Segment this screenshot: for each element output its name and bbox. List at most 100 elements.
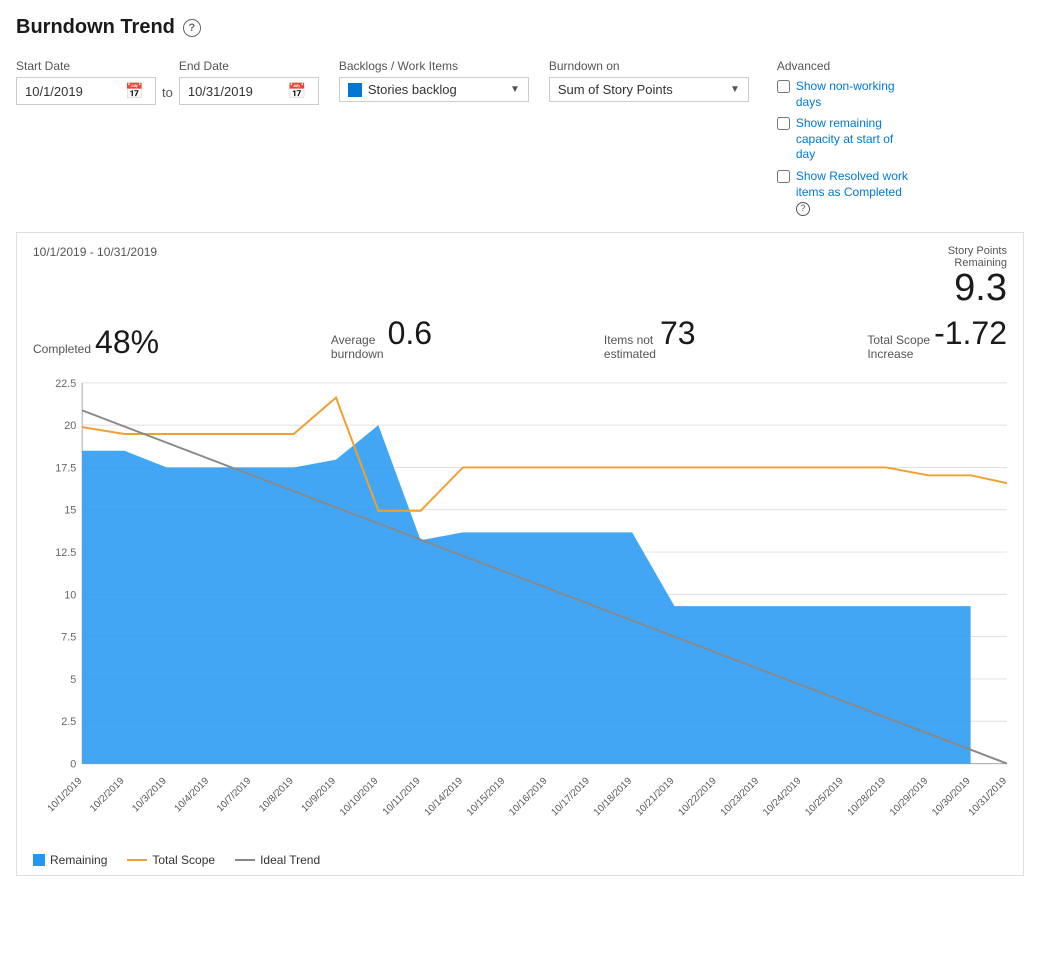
- date-range-group: Start Date 📅 to End Date 📅: [16, 59, 319, 105]
- burndown-chevron-icon: ▼: [730, 84, 740, 95]
- svg-text:10/4/2019: 10/4/2019: [173, 776, 212, 815]
- svg-text:10/8/2019: 10/8/2019: [257, 776, 296, 815]
- backlogs-group: Backlogs / Work Items Stories backlog ▼: [339, 59, 529, 102]
- svg-text:10/15/2019: 10/15/2019: [465, 776, 508, 819]
- checkbox-row-1: Show non-working days: [777, 79, 916, 110]
- svg-text:10/17/2019: 10/17/2019: [549, 776, 592, 819]
- svg-text:17.5: 17.5: [55, 462, 76, 474]
- checkbox-row-2: Show remaining capacity at start of day: [777, 116, 916, 163]
- svg-text:7.5: 7.5: [61, 632, 76, 644]
- legend-total-scope: Total Scope: [127, 853, 215, 867]
- start-date-group: Start Date 📅: [16, 59, 156, 105]
- ideal-trend-legend-line: [235, 859, 255, 861]
- stat-total-scope: Total ScopeIncrease -1.72: [867, 315, 1007, 361]
- remaining-legend-square: [33, 854, 45, 866]
- show-nonworking-checkbox[interactable]: [777, 80, 790, 93]
- page-title: Burndown Trend ?: [16, 16, 1024, 39]
- start-date-calendar-icon[interactable]: 📅: [125, 82, 144, 100]
- stat-completed: Completed 48%: [33, 324, 159, 361]
- to-label: to: [162, 85, 173, 100]
- chart-area: 22.5 20 17.5 15 12.5 10 7.5 5 2.5 0: [33, 373, 1007, 845]
- stat-items-not-estimated: Items notestimated 73: [604, 315, 696, 361]
- svg-text:10/10/2019: 10/10/2019: [338, 776, 381, 819]
- title-text: Burndown Trend: [16, 16, 175, 39]
- svg-text:10/28/2019: 10/28/2019: [846, 776, 889, 819]
- svg-text:10/23/2019: 10/23/2019: [719, 776, 762, 819]
- svg-text:10/2/2019: 10/2/2019: [88, 776, 127, 815]
- svg-text:20: 20: [64, 420, 76, 432]
- backlogs-chevron-icon: ▼: [510, 84, 520, 95]
- stat-burndown: Averageburndown 0.6: [331, 315, 432, 361]
- start-date-input-wrapper[interactable]: 📅: [16, 77, 156, 105]
- total-scope-legend-line: [127, 859, 147, 861]
- story-points-value: 9.3: [954, 269, 1007, 307]
- resolved-info-icon[interactable]: ?: [796, 202, 810, 216]
- legend-ideal-trend: Ideal Trend: [235, 853, 320, 867]
- remaining-legend-label: Remaining: [50, 853, 107, 867]
- chart-header: 10/1/2019 - 10/31/2019 Story PointsRemai…: [33, 245, 1007, 307]
- backlogs-label: Backlogs / Work Items: [339, 59, 529, 73]
- backlog-icon: [348, 83, 362, 97]
- svg-text:10/29/2019: 10/29/2019: [888, 776, 931, 819]
- burndown-value: Sum of Story Points: [558, 82, 724, 97]
- show-remaining-capacity-checkbox[interactable]: [777, 117, 790, 130]
- burndown-label: Burndown on: [549, 59, 749, 73]
- stat-items-label: Items notestimated: [604, 333, 656, 361]
- advanced-group: Advanced Show non-working days Show rema…: [777, 59, 916, 216]
- checkbox-row-3: Show Resolved work items as Completed ?: [777, 169, 916, 216]
- svg-text:10/11/2019: 10/11/2019: [381, 776, 423, 818]
- start-date-label: Start Date: [16, 59, 156, 73]
- burndown-chart: 22.5 20 17.5 15 12.5 10 7.5 5 2.5 0: [33, 373, 1007, 845]
- end-date-label: End Date: [179, 59, 319, 73]
- svg-text:12.5: 12.5: [55, 547, 76, 559]
- stat-scope-label: Total ScopeIncrease: [867, 333, 930, 361]
- ideal-trend-legend-label: Ideal Trend: [260, 853, 320, 867]
- svg-text:10/25/2019: 10/25/2019: [803, 776, 846, 819]
- svg-text:10/16/2019: 10/16/2019: [507, 776, 550, 819]
- info-icon[interactable]: ?: [183, 19, 201, 37]
- svg-text:10/7/2019: 10/7/2019: [215, 776, 254, 815]
- svg-text:10/18/2019: 10/18/2019: [592, 776, 635, 819]
- burndown-dropdown[interactable]: Sum of Story Points ▼: [549, 77, 749, 102]
- end-date-calendar-icon[interactable]: 📅: [288, 82, 307, 100]
- legend-remaining: Remaining: [33, 853, 107, 867]
- svg-text:2.5: 2.5: [61, 716, 76, 728]
- end-date-group: End Date 📅: [179, 59, 319, 105]
- svg-text:10/14/2019: 10/14/2019: [422, 776, 465, 819]
- stat-completed-label: Completed: [33, 342, 91, 356]
- svg-text:10/22/2019: 10/22/2019: [676, 776, 719, 819]
- svg-text:15: 15: [64, 505, 76, 517]
- end-date-input[interactable]: [188, 84, 288, 99]
- controls-row: Start Date 📅 to End Date 📅 Backlogs / Wo…: [16, 59, 1024, 216]
- stats-row: Completed 48% Averageburndown 0.6 Items …: [33, 315, 1007, 361]
- show-remaining-capacity-label[interactable]: Show remaining capacity at start of day: [796, 116, 916, 163]
- svg-text:10/24/2019: 10/24/2019: [761, 776, 804, 819]
- story-points-remaining: Story PointsRemaining 9.3: [948, 245, 1007, 307]
- show-nonworking-label[interactable]: Show non-working days: [796, 79, 916, 110]
- show-resolved-checkbox[interactable]: [777, 170, 790, 183]
- total-scope-legend-label: Total Scope: [152, 853, 215, 867]
- svg-text:10/21/2019: 10/21/2019: [634, 776, 677, 819]
- svg-text:10/1/2019: 10/1/2019: [46, 776, 85, 815]
- start-date-input[interactable]: [25, 84, 125, 99]
- stat-burndown-value: 0.6: [388, 315, 432, 352]
- svg-text:5: 5: [70, 674, 76, 686]
- end-date-input-wrapper[interactable]: 📅: [179, 77, 319, 105]
- stat-completed-value: 48%: [95, 324, 159, 361]
- svg-text:10/3/2019: 10/3/2019: [130, 776, 169, 815]
- backlogs-dropdown[interactable]: Stories backlog ▼: [339, 77, 529, 102]
- svg-text:10/9/2019: 10/9/2019: [299, 776, 338, 815]
- chart-date-range: 10/1/2019 - 10/31/2019: [33, 245, 157, 259]
- svg-text:10/31/2019: 10/31/2019: [967, 776, 1007, 819]
- show-resolved-label[interactable]: Show Resolved work items as Completed ?: [796, 169, 916, 216]
- svg-text:10/30/2019: 10/30/2019: [930, 776, 973, 819]
- stat-scope-value: -1.72: [934, 315, 1007, 352]
- advanced-label: Advanced: [777, 59, 916, 73]
- chart-legend: Remaining Total Scope Ideal Trend: [33, 853, 1007, 867]
- backlogs-value: Stories backlog: [368, 82, 504, 97]
- burndown-group: Burndown on Sum of Story Points ▼: [549, 59, 749, 102]
- story-points-label: Story PointsRemaining: [948, 245, 1007, 269]
- stat-items-value: 73: [660, 315, 696, 352]
- svg-text:22.5: 22.5: [55, 378, 76, 390]
- stat-burndown-label: Averageburndown: [331, 333, 384, 361]
